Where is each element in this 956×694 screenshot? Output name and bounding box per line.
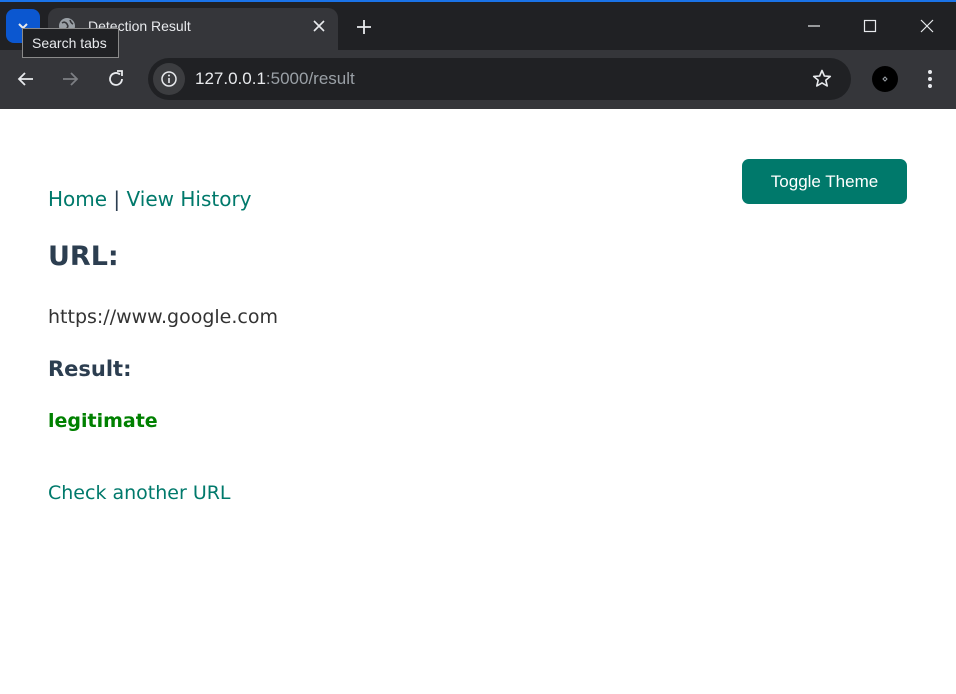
avatar-icon (882, 76, 888, 82)
arrow-right-icon[interactable] (59, 68, 81, 90)
nav-separator: | (113, 187, 121, 211)
home-link[interactable]: Home (48, 187, 107, 211)
star-icon[interactable] (811, 68, 833, 90)
plus-icon[interactable] (354, 17, 374, 37)
browser-toolbar: 127.0.0.1:5000/result (0, 50, 956, 109)
toggle-theme-button[interactable]: Toggle Theme (742, 159, 907, 204)
page-nav: Home | View History (48, 186, 252, 212)
address-url[interactable]: 127.0.0.1:5000/result (195, 69, 355, 89)
checked-url: https://www.google.com (48, 306, 278, 328)
result-heading: Result: (48, 357, 132, 381)
result-value: legitimate (48, 410, 158, 432)
maximize-button[interactable] (858, 14, 882, 38)
window-close-icon (920, 19, 934, 33)
view-history-link[interactable]: View History (127, 187, 252, 211)
arrow-left-icon[interactable] (15, 68, 37, 90)
check-another-url-link[interactable]: Check another URL (48, 481, 231, 505)
window-close-button[interactable] (915, 14, 939, 38)
url-path: :5000/result (265, 69, 355, 88)
address-bar[interactable]: 127.0.0.1:5000/result (148, 58, 851, 100)
url-heading: URL: (48, 241, 119, 272)
kebab-menu-icon[interactable] (920, 68, 940, 90)
close-icon[interactable] (312, 19, 326, 33)
info-icon (161, 71, 177, 87)
search-tabs-tooltip: Search tabs (22, 28, 119, 58)
url-host: 127.0.0.1 (195, 69, 266, 88)
reload-icon[interactable] (105, 68, 127, 90)
page-content: Toggle Theme Home | View History URL: ht… (0, 109, 956, 694)
minimize-button[interactable] (802, 14, 826, 38)
maximize-icon (863, 19, 877, 33)
profile-avatar[interactable] (872, 66, 898, 92)
minimize-icon (808, 25, 820, 27)
browser-titlebar: Detection Result (0, 0, 956, 52)
site-info-button[interactable] (153, 63, 185, 95)
